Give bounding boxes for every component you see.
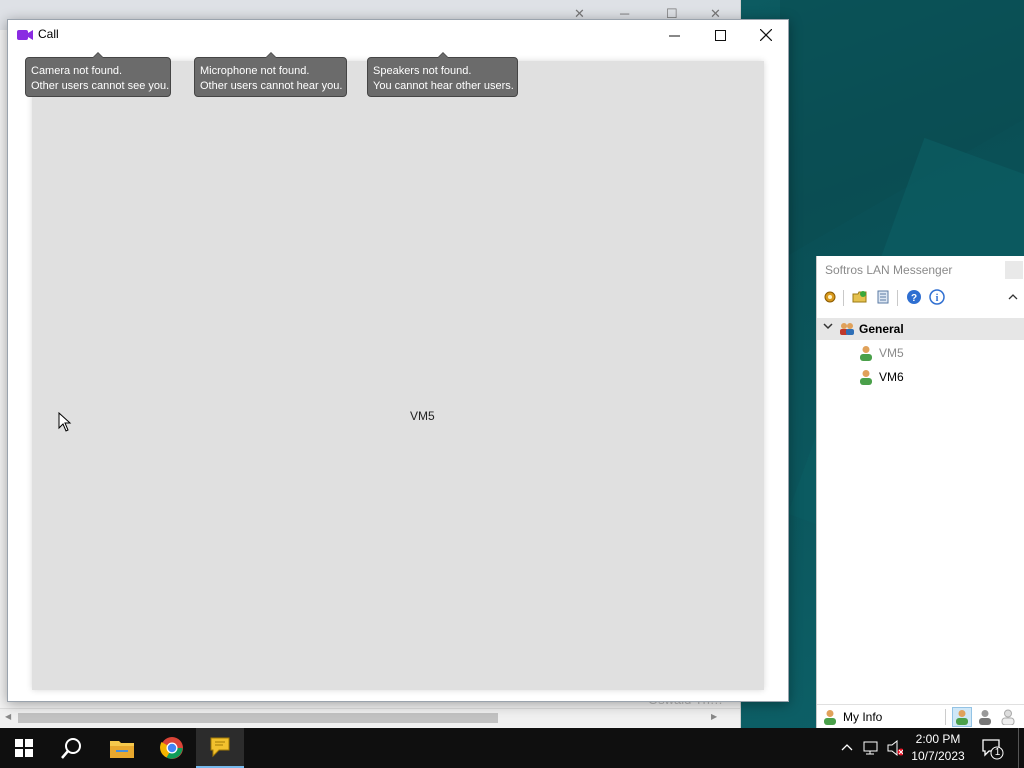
my-info-icon[interactable] — [823, 709, 837, 725]
call-titlebar[interactable]: Call — [8, 20, 788, 50]
start-button[interactable] — [0, 728, 48, 768]
messenger-title-button[interactable] — [1005, 261, 1023, 279]
contact-group[interactable]: General — [817, 318, 1024, 340]
file-explorer-icon — [110, 741, 134, 758]
collapse-icon[interactable] — [1005, 289, 1021, 305]
notice-line: Speakers not found. — [373, 65, 472, 77]
status-separator — [945, 709, 946, 725]
network-icon[interactable] — [863, 740, 879, 756]
status-online-button[interactable] — [952, 707, 972, 727]
chevron-down-icon[interactable] — [823, 321, 833, 334]
scrollbar-thumb[interactable] — [18, 713, 498, 723]
messenger-window: Softros LAN Messenger ? i General VM5 VM… — [816, 256, 1024, 729]
info-icon[interactable]: i — [929, 289, 945, 305]
softros-messenger-button[interactable] — [196, 728, 244, 768]
file-explorer-button[interactable] — [98, 728, 146, 768]
svg-text:?: ? — [911, 293, 917, 304]
user-away-icon — [979, 710, 991, 725]
close-button[interactable] — [743, 20, 789, 50]
notification-count: 1 — [994, 747, 1001, 758]
maximize-icon — [714, 29, 726, 41]
video-area: VM5 — [32, 61, 764, 690]
folder-icon[interactable] — [852, 289, 868, 305]
contact-item[interactable]: VM6 — [817, 366, 1024, 388]
system-clock[interactable]: 2:00 PM 10/7/2023 — [905, 731, 971, 765]
messenger-title: Softros LAN Messenger — [825, 263, 953, 277]
volume-muted-icon[interactable] — [887, 740, 903, 756]
minimize-button[interactable] — [651, 20, 697, 50]
softros-messenger-icon — [210, 737, 230, 758]
status-away-button[interactable] — [975, 707, 995, 727]
contact-name: VM6 — [879, 370, 904, 384]
notification-center-button[interactable]: 1 — [980, 736, 1004, 760]
clock-time: 2:00 PM — [915, 732, 961, 746]
contact-item[interactable]: VM5 — [817, 342, 1024, 364]
show-desktop-button[interactable] — [1018, 728, 1019, 768]
user-online-icon — [956, 710, 968, 725]
help-icon[interactable]: ? — [906, 289, 922, 305]
camera-notice: Camera not found. Other users cannot see… — [25, 52, 171, 97]
close-icon — [760, 29, 772, 41]
search-button[interactable] — [48, 728, 96, 768]
scroll-right-icon[interactable]: ▶ — [711, 712, 717, 721]
maximize-button[interactable] — [697, 20, 743, 50]
status-offline-button[interactable] — [998, 707, 1018, 727]
participant-name: VM5 — [410, 409, 435, 423]
notice-line: You cannot hear other users. — [373, 80, 514, 92]
start-icon — [15, 739, 33, 757]
user-online-icon — [860, 370, 872, 385]
group-name: General — [859, 322, 904, 336]
history-icon[interactable] — [875, 289, 891, 305]
video-camera-icon — [17, 30, 33, 40]
mouse-pointer-icon — [58, 412, 72, 432]
chrome-icon — [160, 737, 183, 759]
microphone-notice: Microphone not found. Other users cannot… — [194, 52, 347, 97]
user-offline-icon — [860, 346, 872, 361]
chrome-button[interactable] — [148, 728, 196, 768]
user-offline-icon — [1001, 709, 1015, 725]
taskbar: 2:00 PM 10/7/2023 1 — [0, 728, 1024, 768]
horizontal-scrollbar[interactable]: ◀ ▶ — [0, 708, 740, 727]
messenger-toolbar: ? i — [817, 286, 1024, 310]
settings-icon[interactable] — [822, 289, 838, 305]
svg-text:i: i — [936, 293, 939, 304]
toolbar-separator — [843, 290, 844, 306]
clock-date: 10/7/2023 — [911, 749, 965, 763]
notice-line: Microphone not found. — [200, 65, 310, 77]
minimize-icon — [668, 35, 680, 36]
call-window: Call VM5 Camera not found. Other users c… — [7, 19, 789, 702]
group-icon — [840, 323, 854, 335]
notice-line: Other users cannot hear you. — [200, 80, 343, 92]
scroll-left-icon[interactable]: ◀ — [5, 712, 11, 721]
contact-name: VM5 — [879, 346, 904, 360]
toolbar-separator — [897, 290, 898, 306]
messenger-status-bar: My Info — [817, 704, 1024, 729]
notice-line: Camera not found. — [31, 65, 123, 77]
notice-line: Other users cannot see you. — [31, 80, 170, 92]
search-icon — [61, 738, 81, 759]
window-title: Call — [38, 27, 59, 41]
my-info-link[interactable]: My Info — [843, 710, 882, 724]
speakers-notice: Speakers not found. You cannot hear othe… — [367, 52, 518, 97]
chevron-up-icon[interactable] — [839, 740, 855, 756]
